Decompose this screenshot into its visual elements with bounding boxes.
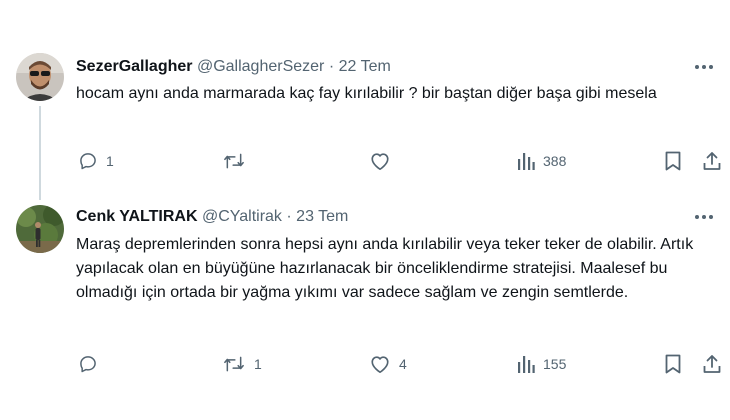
like-button[interactable] bbox=[369, 150, 399, 172]
view-count: 155 bbox=[543, 356, 567, 372]
more-options-button[interactable] bbox=[692, 57, 716, 77]
more-dots-icon bbox=[695, 215, 713, 219]
more-options-button[interactable] bbox=[692, 207, 716, 227]
reply-icon bbox=[80, 153, 96, 170]
retweet-button[interactable]: 1 bbox=[222, 353, 262, 375]
handle[interactable]: @CYaltirak bbox=[202, 208, 282, 225]
tweet-header: SezerGallagher @GallagherSezer · 22 Tem bbox=[76, 57, 391, 77]
display-name[interactable]: Cenk YALTIRAK bbox=[76, 208, 198, 225]
thread-connector-line bbox=[39, 106, 41, 200]
retweet-count: 1 bbox=[254, 356, 262, 372]
view-count: 388 bbox=[543, 153, 567, 169]
bookmark-icon bbox=[665, 151, 681, 171]
separator: · bbox=[328, 58, 335, 75]
avatar[interactable] bbox=[16, 205, 64, 253]
timestamp[interactable]: 22 Tem bbox=[339, 58, 391, 75]
heart-icon bbox=[371, 356, 389, 373]
retweet-icon bbox=[224, 153, 244, 169]
share-icon bbox=[703, 355, 721, 373]
tweet-text: Maraş depremlerinden sonra hepsi aynı an… bbox=[76, 236, 694, 301]
tweet-text: hocam aynı anda marmarada kaç fay kırıla… bbox=[76, 85, 657, 102]
heart-icon bbox=[371, 153, 389, 170]
timestamp[interactable]: 23 Tem bbox=[296, 208, 348, 225]
bookmark-button[interactable] bbox=[664, 150, 682, 172]
tweet-1[interactable]: SezerGallagher @GallagherSezer · 22 Tem … bbox=[0, 0, 730, 200]
avatar-person-sunglasses-icon bbox=[16, 53, 64, 101]
retweet-button[interactable] bbox=[222, 150, 254, 172]
avatar-person-outdoors-icon bbox=[16, 205, 64, 253]
views-chart-icon bbox=[518, 153, 535, 170]
tweet-header: Cenk YALTIRAK @CYaltirak · 23 Tem bbox=[76, 207, 348, 227]
share-button[interactable] bbox=[702, 150, 722, 172]
reply-button[interactable]: 1 bbox=[78, 150, 114, 172]
retweet-icon bbox=[224, 356, 244, 372]
bookmark-icon bbox=[665, 354, 681, 374]
avatar[interactable] bbox=[16, 53, 64, 101]
more-dots-icon bbox=[695, 65, 713, 69]
like-count: 4 bbox=[399, 356, 407, 372]
reply-button[interactable] bbox=[78, 353, 106, 375]
views-button[interactable]: 155 bbox=[517, 353, 566, 375]
share-button[interactable] bbox=[702, 353, 722, 375]
display-name[interactable]: SezerGallagher bbox=[76, 58, 193, 75]
bookmark-button[interactable] bbox=[664, 353, 682, 375]
reply-count: 1 bbox=[106, 153, 114, 169]
views-chart-icon bbox=[518, 356, 535, 373]
views-button[interactable]: 388 bbox=[517, 150, 566, 172]
like-button[interactable]: 4 bbox=[369, 353, 407, 375]
tweet-2[interactable]: Cenk YALTIRAK @CYaltirak · 23 Tem Maraş … bbox=[0, 195, 730, 420]
handle[interactable]: @GallagherSezer bbox=[197, 58, 324, 75]
reply-icon bbox=[80, 356, 96, 373]
separator: · bbox=[286, 208, 292, 225]
share-icon bbox=[703, 152, 721, 170]
